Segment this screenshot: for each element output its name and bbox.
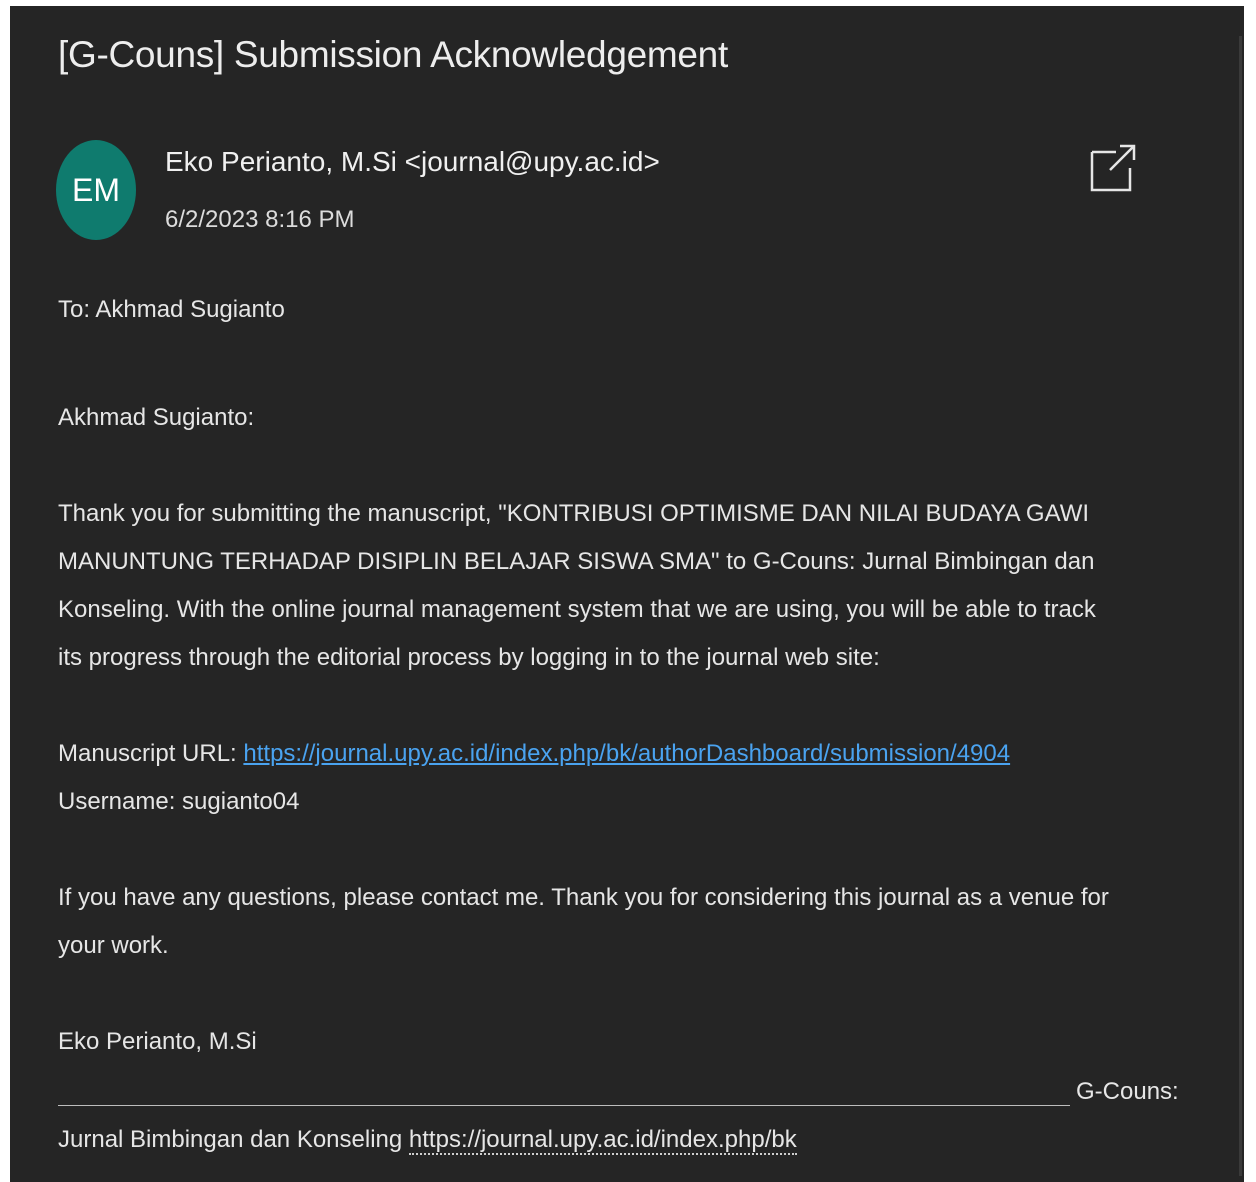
signature-name: Eko Perianto, M.Si <box>58 1028 257 1055</box>
submission-details: Manuscript URL: https://journal.upy.ac.i… <box>58 730 1208 826</box>
manuscript-url-link[interactable]: https://journal.upy.ac.id/index.php/bk/a… <box>243 740 1010 767</box>
email-subject: [G-Couns] Submission Acknowledgement <box>58 34 728 75</box>
paragraph-line: Thank you for submitting the manuscript,… <box>58 500 1090 527</box>
paragraph-line: its progress through the editorial proce… <box>58 644 880 671</box>
recipient-line: To: Akhmad Sugianto <box>58 296 285 323</box>
avatar-initials: EM <box>72 171 120 208</box>
popout-window-icon <box>1090 144 1136 192</box>
paragraph-line: MANUNTUNG TERHADAP DISIPLIN BELAJAR SISW… <box>58 548 1095 575</box>
email-reading-pane: [G-Couns] Submission Acknowledgement EM … <box>10 6 1244 1182</box>
signature-journal-line: Jurnal Bimbingan dan Konseling https://j… <box>58 1116 1208 1164</box>
signature-journal-prefix: G-Couns: <box>1076 1078 1179 1105</box>
username-line: Username: sugianto04 <box>58 788 300 815</box>
signature-journal-name: Jurnal Bimbingan dan Konseling <box>58 1126 409 1153</box>
scrollbar[interactable] <box>1239 36 1242 1176</box>
message-paragraph-1: Thank you for submitting the manuscript,… <box>58 490 1208 682</box>
open-in-new-window-button[interactable] <box>1088 140 1140 196</box>
greeting: Akhmad Sugianto: <box>58 404 255 431</box>
paragraph-line: your work. <box>58 932 169 959</box>
paragraph-line: If you have any questions, please contac… <box>58 884 1109 911</box>
paragraph-line: Konseling. With the online journal manag… <box>58 596 1096 623</box>
sender-avatar[interactable]: EM <box>56 140 136 240</box>
sent-timestamp: 6/2/2023 8:16 PM <box>165 206 355 233</box>
sender-name[interactable]: Eko Perianto, M.Si <journal@upy.ac.id> <box>165 146 660 178</box>
signature-divider <box>58 1105 1070 1106</box>
journal-homepage-link[interactable]: https://journal.upy.ac.id/index.php/bk <box>408 1126 797 1155</box>
manuscript-url-label: Manuscript URL: <box>58 740 244 767</box>
manuscript-url-line: Manuscript URL: https://journal.upy.ac.i… <box>58 730 1208 778</box>
message-paragraph-2: If you have any questions, please contac… <box>58 874 1208 970</box>
